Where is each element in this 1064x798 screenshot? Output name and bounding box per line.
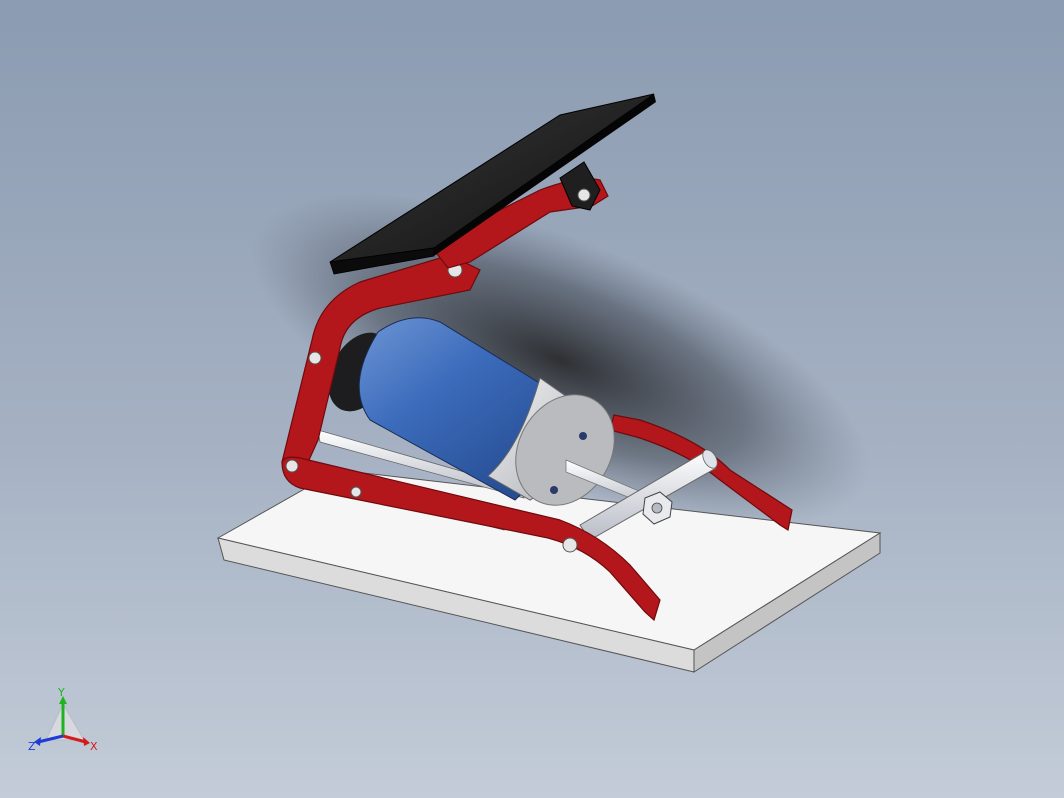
x-axis-label: X — [90, 740, 98, 753]
y-axis-label: Y — [57, 686, 65, 699]
x-axis-arrow — [83, 737, 90, 746]
triad-graphic: Y X Z — [28, 686, 98, 753]
z-axis-label: Z — [28, 740, 36, 753]
graphics-viewport[interactable]: Y X Z — [0, 0, 1064, 798]
view-orientation-triad[interactable]: Y X Z — [26, 684, 106, 764]
foot-pump-model[interactable] — [0, 0, 1064, 798]
